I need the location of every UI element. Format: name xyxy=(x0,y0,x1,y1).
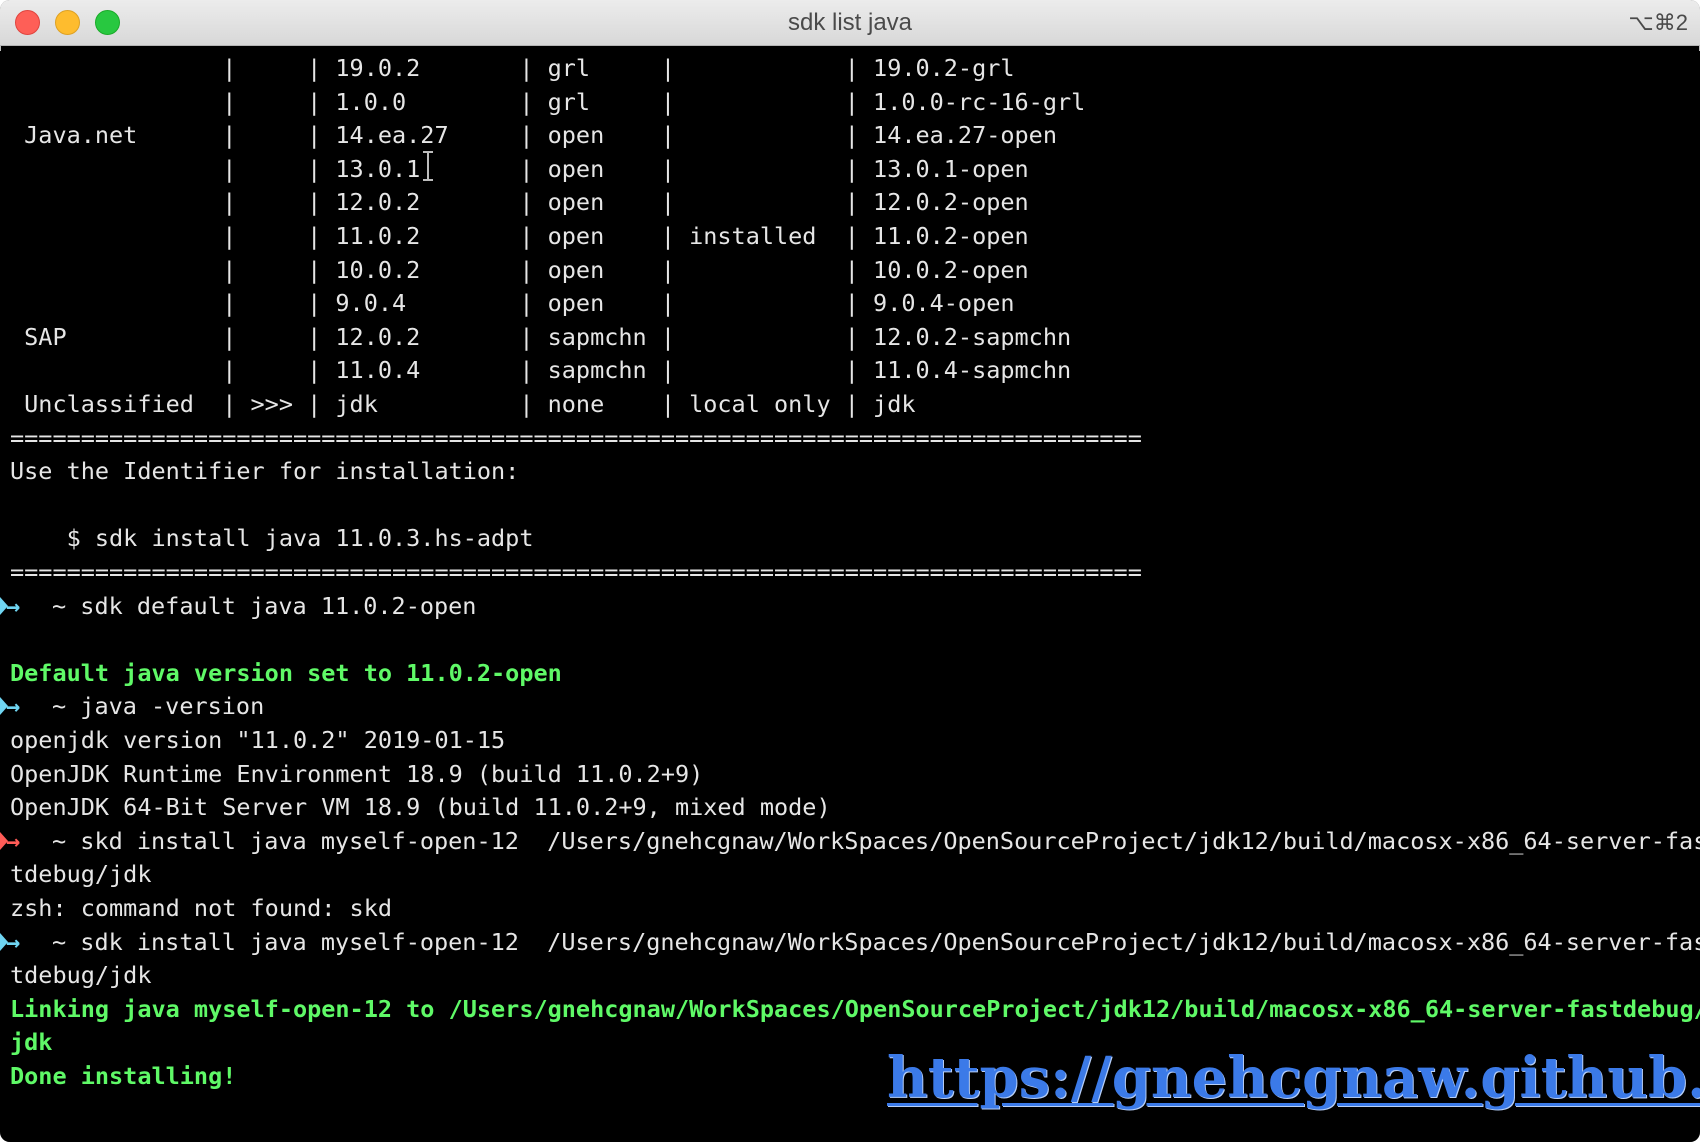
table-row: | | 11.0.2 | open | installed | 11.0.2-o… xyxy=(10,222,1029,250)
install-hint: Use the Identifier for installation: xyxy=(10,457,520,486)
table-row: Unclassified | >>> | jdk | none | local … xyxy=(10,390,916,418)
success-output: Linking java myself-open-12 to /Users/gn… xyxy=(10,994,1700,1023)
prompt-arrow-icon: → xyxy=(0,925,26,959)
prompt-line: → ~ sdk install java myself-open-12 /User… xyxy=(0,925,1700,959)
table-row: | | 12.0.2 | open | | 12.0.2-open xyxy=(10,188,1029,217)
terminal-window: sdk list java ⌥⌘2 | | 19.0.2 | grl | | 1… xyxy=(0,0,1700,1142)
terminal-output[interactable]: | | 19.0.2 | grl | | 19.0.2-grl | | 1.0.… xyxy=(0,51,1700,1142)
window-title: sdk list java xyxy=(787,9,913,36)
watermark-link[interactable]: https://gnehcgnaw.github.io/ xyxy=(887,1043,1700,1113)
command-output: openjdk version "11.0.2" 2019-01-15 xyxy=(10,726,506,754)
command-output: OpenJDK 64-Bit Server VM 18.9 (build 11.… xyxy=(10,793,831,822)
success-output: jdk xyxy=(10,1028,53,1057)
table-row: SAP | | 12.0.2 | sapmchn | | 12.0.2-sapm… xyxy=(10,322,1072,351)
prompt-arrow-icon: → xyxy=(0,689,26,723)
command-output: tdebug/jdk xyxy=(10,860,152,889)
table-row: | | 19.0.2 | grl | | 19.0.2-grl xyxy=(10,54,1015,82)
separator-line: ========================================… xyxy=(10,423,1142,452)
command-text: ~ skd install java myself-open-12 /Users… xyxy=(52,826,1700,855)
tab-shortcut: ⌥⌘2 xyxy=(1628,10,1688,35)
command-text: ~ java -version xyxy=(52,692,265,721)
table-row: | | 10.0.2 | open | | 10.0.2-open xyxy=(10,255,1029,284)
install-hint-command: $ sdk install java 11.0.3.hs-adpt xyxy=(10,524,534,553)
command-text: ~ sdk install java myself-open-12 /Users… xyxy=(52,927,1700,956)
table-row: | | 1.0.0 | grl | | 1.0.0-rc-16-grl xyxy=(10,87,1086,116)
success-output: Done installing! xyxy=(10,1062,237,1090)
prompt-line: → ~ java -version xyxy=(0,689,1700,723)
prompt-line: → ~ sdk default java 11.0.2-open xyxy=(0,589,1700,623)
table-row: | | 9.0.4 | open | | 9.0.4-open xyxy=(10,289,1015,318)
table-row: | | 11.0.4 | sapmchn | | 11.0.4-sapmchn xyxy=(10,356,1072,385)
prompt-arrow-icon: → xyxy=(0,589,26,623)
prompt-line: → ~ skd install java myself-open-12 /User… xyxy=(0,824,1700,858)
table-row: Java.net | | 14.ea.27 | open | | 14.ea.2… xyxy=(10,121,1057,150)
success-output: Default java version set to 11.0.2-open xyxy=(10,658,562,687)
prompt-arrow-icon: → xyxy=(0,824,26,858)
command-text: ~ sdk default java 11.0.2-open xyxy=(52,591,477,620)
command-output: tdebug/jdk xyxy=(10,961,152,990)
title-bar[interactable]: sdk list java ⌥⌘2 xyxy=(0,0,1700,46)
separator-line: ========================================… xyxy=(10,558,1142,586)
command-output: zsh: command not found: skd xyxy=(10,894,393,922)
table-row: | | 13.0.1 | open | | 13.0.1-open xyxy=(10,154,1029,183)
command-output: OpenJDK Runtime Environment 18.9 (build … xyxy=(10,759,704,788)
